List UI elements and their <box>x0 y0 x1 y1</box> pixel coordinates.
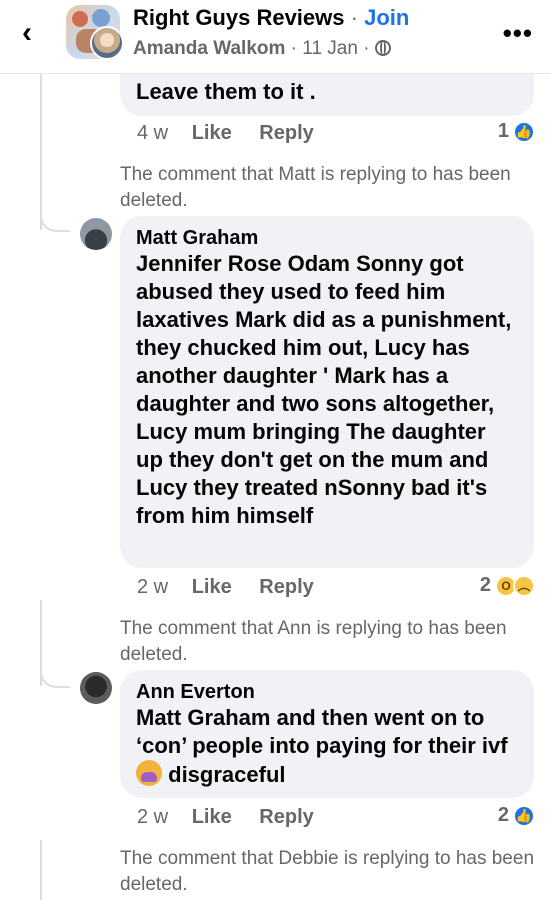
deleted-notice: The comment that Ann is replying to has … <box>120 618 507 665</box>
thread-line <box>40 840 42 900</box>
post-meta: Amanda Walkom · 11 Jan · <box>133 38 391 60</box>
reaction-count: 2 <box>497 804 509 826</box>
group-title-line: Right Guys Reviews · Join <box>133 5 409 31</box>
comment-text-part: Matt Graham and then went on to ‘con’ pe… <box>136 705 508 758</box>
commenter-avatar[interactable] <box>80 218 112 250</box>
comment-text-part: disgraceful <box>168 762 286 787</box>
comment-actions: 2 w Like Reply <box>137 806 336 829</box>
like-reaction-icon: 👍 <box>513 804 535 827</box>
separator: · <box>290 38 297 59</box>
chevron-left-icon[interactable]: ‹ <box>22 18 52 48</box>
group-name[interactable]: Right Guys Reviews <box>133 5 345 30</box>
author-avatar[interactable] <box>90 26 124 60</box>
comment-author[interactable]: Ann Everton <box>136 680 518 704</box>
thread-elbow <box>40 658 70 688</box>
comment-bubble[interactable]: Matt Graham Jennifer Rose Odam Sonny got… <box>120 216 534 568</box>
comment-text: Jennifer Rose Odam Sonny got abused they… <box>136 251 512 528</box>
reply-button[interactable]: Reply <box>259 122 313 144</box>
comment-author[interactable]: Matt Graham <box>136 226 518 250</box>
reaction-summary[interactable]: 2 O ︵ <box>480 574 535 597</box>
comment-time[interactable]: 4 w <box>137 122 168 144</box>
comment-time[interactable]: 2 w <box>137 806 168 828</box>
reaction-count: 2 <box>479 574 491 596</box>
comment-bubble[interactable]: Leave them to it . <box>120 74 534 116</box>
author-name[interactable]: Amanda Walkom <box>133 38 285 59</box>
comment-actions: 2 w Like Reply <box>137 576 336 599</box>
thread-elbow <box>40 202 70 232</box>
sad-reaction-icon: ︵ <box>513 574 535 597</box>
reaction-count: 1 <box>497 120 509 142</box>
like-button[interactable]: Like <box>192 122 232 144</box>
like-button[interactable]: Like <box>192 806 232 828</box>
deleted-notice: The comment that Debbie is replying to h… <box>120 848 535 895</box>
globe-icon <box>374 40 391 56</box>
like-button[interactable]: Like <box>192 576 232 598</box>
comment-text: Leave them to it . <box>136 79 316 104</box>
more-dots-icon[interactable]: ••• <box>503 18 533 49</box>
separator: · <box>350 5 358 30</box>
separator: · <box>363 38 370 59</box>
comment-actions: 4 w Like Reply <box>137 122 336 145</box>
reply-button[interactable]: Reply <box>259 806 313 828</box>
reaction-summary[interactable]: 1 👍 <box>498 120 535 143</box>
post-date[interactable]: 11 Jan <box>302 38 358 59</box>
join-button[interactable]: Join <box>364 5 409 30</box>
comment-time[interactable]: 2 w <box>137 576 168 598</box>
commenter-avatar[interactable] <box>80 672 112 704</box>
reaction-summary[interactable]: 2 👍 <box>498 804 535 827</box>
facepalm-emoji-icon <box>136 760 162 786</box>
group-avatar-shape <box>72 11 88 27</box>
like-reaction-icon: 👍 <box>513 120 535 143</box>
post-header: ‹ Right Guys Reviews · Join Amanda Walko… <box>0 0 551 74</box>
group-avatar-shape <box>92 9 110 27</box>
comment-text: Matt Graham and then went on to ‘con’ pe… <box>136 704 518 789</box>
deleted-notice: The comment that Matt is replying to has… <box>120 164 511 211</box>
reply-button[interactable]: Reply <box>259 576 313 598</box>
comment-bubble[interactable]: Ann Everton Matt Graham and then went on… <box>120 670 534 798</box>
